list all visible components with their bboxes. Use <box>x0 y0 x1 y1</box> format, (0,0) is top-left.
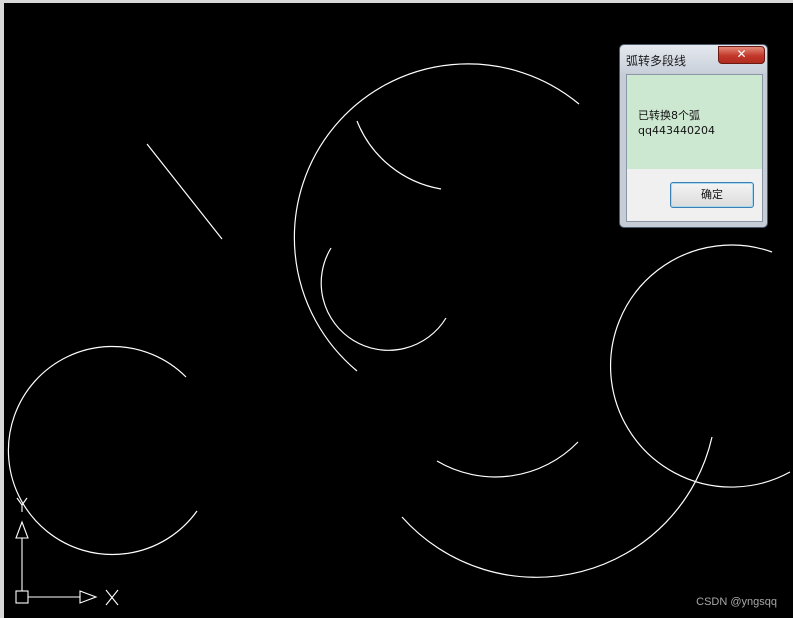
message-area: 已转换8个弧 qq443440204 <box>627 75 762 169</box>
ok-button[interactable]: 确定 <box>670 182 754 208</box>
dialog-titlebar[interactable]: 弧转多段线 ✕ <box>620 45 767 73</box>
watermark-text: CSDN @yngsqq <box>696 596 777 608</box>
dialog-title: 弧转多段线 <box>626 54 687 68</box>
close-button[interactable]: ✕ <box>718 46 765 64</box>
message-contact: qq443440204 <box>638 124 715 137</box>
dialog-client-area: 已转换8个弧 qq443440204 确定 <box>626 74 763 222</box>
close-icon: ✕ <box>736 47 747 61</box>
convert-arcs-dialog: 弧转多段线 ✕ 已转换8个弧 qq443440204 确定 <box>619 44 768 228</box>
message-converted-count: 已转换8个弧 <box>638 109 700 122</box>
